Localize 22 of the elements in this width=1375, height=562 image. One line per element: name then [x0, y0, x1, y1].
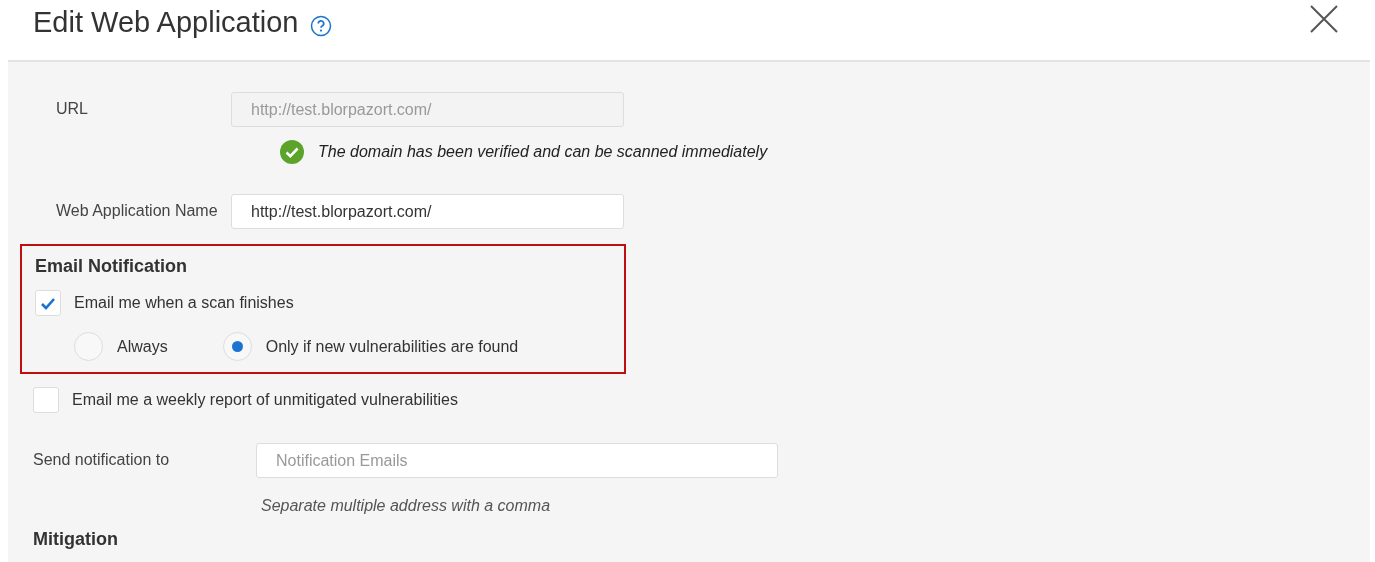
verified-message: The domain has been verified and can be scanned immediately: [318, 143, 768, 161]
help-icon[interactable]: [310, 15, 333, 37]
radio-label: Only if new vulnerabilities are found: [265, 337, 519, 356]
dialog-title: Edit Web Application: [33, 5, 299, 39]
checkbox-label: Email me a weekly report of unmitigated vulnerabilities: [72, 391, 458, 409]
field-hint: Separate multiple address with a comma: [261, 497, 552, 515]
checkbox[interactable]: [33, 387, 59, 413]
radio-button[interactable]: [74, 332, 103, 361]
field-label: URL: [55, 99, 89, 118]
close-button[interactable]: [1308, 3, 1340, 35]
checkbox[interactable]: [35, 290, 61, 316]
radio-button[interactable]: [222, 332, 252, 361]
name-field[interactable]: http://test.blorpazort.com/: [231, 194, 624, 229]
check-circle-icon: [280, 140, 304, 164]
field-label: Send notification to: [32, 450, 171, 469]
section-heading: Mitigation: [33, 529, 119, 549]
field-label: Web Application Name: [55, 201, 219, 220]
email-field[interactable]: Notification Emails: [256, 443, 778, 478]
section-heading: Email Notification: [35, 256, 188, 277]
radio-label: Always: [117, 337, 168, 356]
checkmark-icon: [40, 296, 56, 310]
checkbox-label: Email me when a scan finishes: [74, 294, 294, 312]
